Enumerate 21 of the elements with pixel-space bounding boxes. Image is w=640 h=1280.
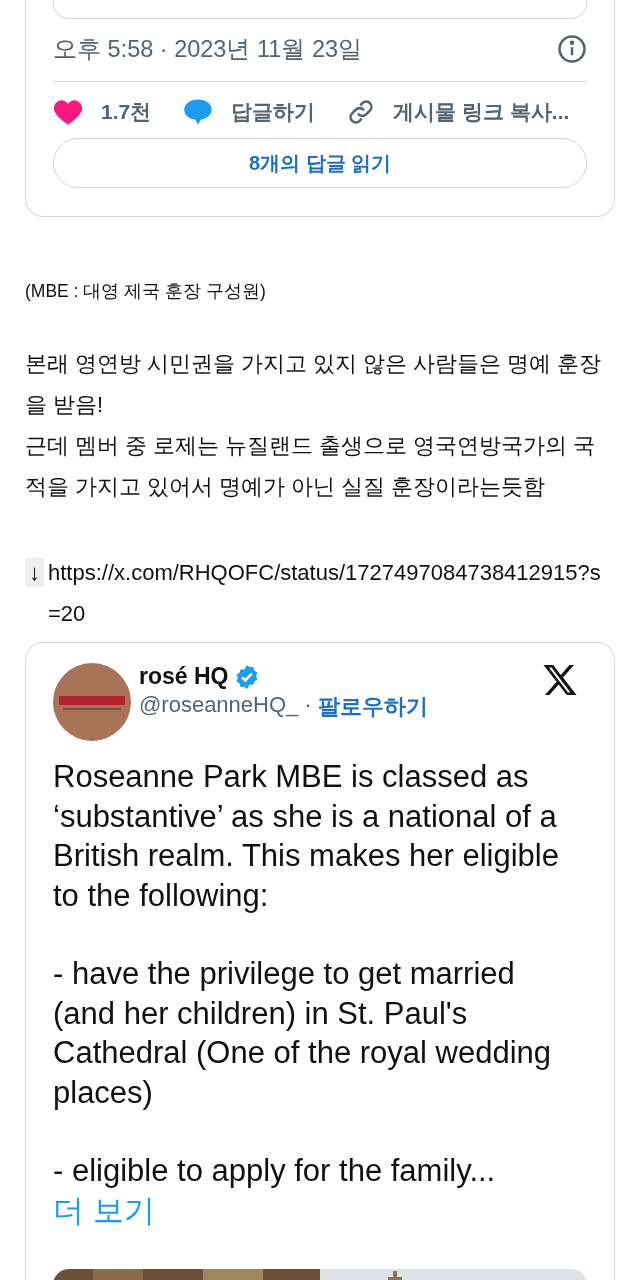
arrow-text: ↓ [25, 558, 44, 587]
account-name[interactable]: rosé HQ [139, 663, 229, 690]
post-text: - have the privilege to get married (and her children) in St. Paul's Cathedral (One of the royal wedding places) [53, 955, 552, 1112]
body-text: 본래 영연방 시민권을 가지고 있지 않은 사람들은 명예 훈장을 받음! 근데 멤버 중 로제는 뉴질랜드 출생으로 영국연방국가의 국적을 가지고 있어서 명예가 아닌 실질 훈장이라는듯함 [25, 350, 603, 501]
info-icon[interactable] [557, 34, 587, 64]
url-link[interactable]: https://x.com/RHQOFC/status/1727497084738412915?s=20 [48, 552, 608, 634]
link-icon[interactable] [347, 98, 376, 126]
action-label[interactable]: 1.7천 [101, 98, 152, 126]
timestamp: 오후 5:58 · 2023년 11월 23일 [53, 35, 363, 64]
read-replies-button[interactable]: 8개의 답글 읽기 [53, 138, 587, 188]
account-handle: @roseanneHQ_ [139, 692, 299, 719]
action-label[interactable]: 게시물 링크 복사... [393, 98, 570, 126]
heart-icon[interactable] [53, 98, 83, 126]
note-text: (MBE : 대영 제국 훈장 구성원) [25, 280, 267, 303]
separator-dot: · [304, 692, 312, 719]
follow-link[interactable]: 팔로우하기 [317, 692, 428, 722]
action-label[interactable]: 답글하기 [231, 98, 316, 126]
speech-bubble-icon[interactable] [183, 98, 214, 126]
x-logo-icon[interactable] [542, 663, 578, 697]
post-text: Roseanne Park MBE is classed as ‘substantive’ as she is a national of a British realm. This makes her eligible to the following: [53, 758, 560, 915]
post-text: - eligible to apply for the family... 더 보기 [53, 1152, 497, 1230]
